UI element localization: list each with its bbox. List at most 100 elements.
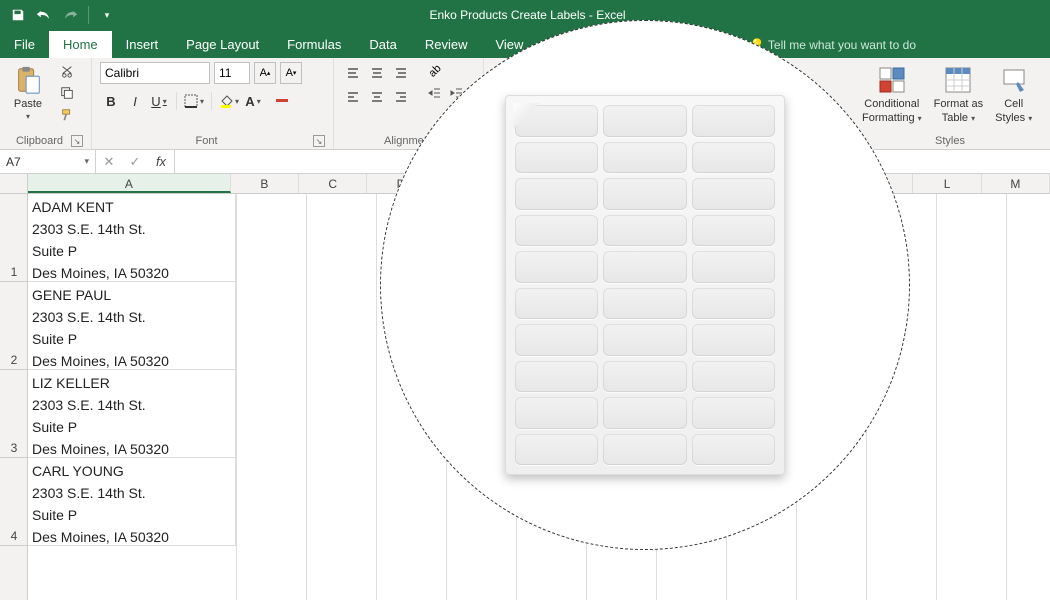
- cell[interactable]: ADAM KENT 2303 S.E. 14th St. Suite P Des…: [28, 194, 236, 282]
- qat-customize-button[interactable]: ▾: [95, 4, 119, 26]
- save-button[interactable]: [6, 4, 30, 26]
- paste-icon: [12, 64, 44, 96]
- decrease-font-size-button[interactable]: A▾: [280, 62, 302, 84]
- align-right-button[interactable]: [390, 86, 412, 108]
- row-header[interactable]: 3: [0, 370, 28, 458]
- table-label-2: Table: [942, 112, 968, 124]
- conditional-formatting-button[interactable]: Conditional Formatting ▾: [858, 62, 926, 126]
- bold-button[interactable]: B: [100, 90, 122, 112]
- column-header-C[interactable]: C: [299, 174, 367, 193]
- label-sticker: [692, 324, 775, 356]
- row-header[interactable]: 1: [0, 194, 28, 282]
- label-sticker: [515, 178, 598, 210]
- label-sticker: [692, 397, 775, 429]
- font-color-icon: A: [245, 94, 254, 109]
- cancel-edit-button[interactable]: ✕: [96, 154, 122, 170]
- label-sticker: [692, 215, 775, 247]
- align-left-button[interactable]: [342, 86, 364, 108]
- increase-font-size-button[interactable]: A▴: [254, 62, 276, 84]
- format-painter-button[interactable]: [58, 106, 76, 124]
- table-label-1: Format as: [934, 98, 984, 110]
- cut-button[interactable]: [58, 62, 76, 80]
- label-sheet-graphic: [505, 95, 785, 475]
- paste-button[interactable]: Paste ▾: [8, 62, 48, 123]
- insert-function-button[interactable]: fx: [148, 154, 174, 169]
- group-label-font: Font: [100, 135, 313, 147]
- label-sticker: [515, 142, 598, 174]
- tell-me-label: Tell me what you want to do: [768, 38, 916, 52]
- column-header-M[interactable]: M: [982, 174, 1050, 193]
- cell[interactable]: LIZ KELLER 2303 S.E. 14th St. Suite P De…: [28, 370, 236, 458]
- copy-button[interactable]: [58, 84, 76, 102]
- label-sticker: [603, 178, 686, 210]
- cond-label-2: Formatting: [862, 112, 915, 124]
- qat-separator: [88, 6, 89, 24]
- align-top-button[interactable]: [342, 62, 364, 84]
- label-sticker: [603, 215, 686, 247]
- select-all-corner[interactable]: [0, 174, 28, 194]
- orientation-button[interactable]: ab: [426, 62, 444, 80]
- cell[interactable]: CARL YOUNG 2303 S.E. 14th St. Suite P De…: [28, 458, 236, 546]
- label-sticker: [515, 361, 598, 393]
- label-sticker: [515, 288, 598, 320]
- tab-data[interactable]: Data: [355, 31, 410, 58]
- font-size-select[interactable]: [214, 62, 250, 84]
- label-sticker: [515, 251, 598, 283]
- label-sticker: [603, 142, 686, 174]
- tab-review[interactable]: Review: [411, 31, 482, 58]
- underline-button[interactable]: U▾: [148, 90, 170, 112]
- label-sticker: [603, 434, 686, 466]
- italic-button[interactable]: I: [124, 90, 146, 112]
- tab-file[interactable]: File: [0, 31, 49, 58]
- border-icon: [184, 94, 198, 108]
- confirm-edit-button[interactable]: ✓: [122, 154, 148, 170]
- tab-insert[interactable]: Insert: [112, 31, 173, 58]
- cell-styles-button[interactable]: Cell Styles ▾: [991, 62, 1036, 126]
- undo-button[interactable]: [32, 4, 56, 26]
- label-sheet-overlay: [380, 20, 910, 550]
- font-color-button[interactable]: A ▾: [242, 90, 264, 112]
- label-sticker: [603, 397, 686, 429]
- paste-label: Paste: [14, 98, 42, 110]
- column-header-L[interactable]: L: [913, 174, 981, 193]
- label-sticker: [603, 361, 686, 393]
- cell-styles-icon: [998, 64, 1030, 96]
- tab-home[interactable]: Home: [49, 31, 112, 58]
- column-header-A[interactable]: A: [28, 174, 231, 193]
- redo-button[interactable]: [58, 4, 82, 26]
- tab-page-layout[interactable]: Page Layout: [172, 31, 273, 58]
- chevron-down-icon: ▾: [84, 156, 89, 167]
- decrease-indent-button[interactable]: [426, 84, 444, 102]
- conditional-formatting-icon: [876, 64, 908, 96]
- group-font: A▴ A▾ B I U▾ ▾ ▾ A ▾: [92, 58, 334, 149]
- align-bottom-button[interactable]: [390, 62, 412, 84]
- fill-color-button[interactable]: ▾: [218, 90, 240, 112]
- row-header[interactable]: 2: [0, 282, 28, 370]
- label-sticker: [603, 324, 686, 356]
- cell[interactable]: GENE PAUL 2303 S.E. 14th St. Suite P Des…: [28, 282, 236, 370]
- tab-formulas[interactable]: Formulas: [273, 31, 355, 58]
- cell-label-1: Cell: [1004, 98, 1023, 110]
- label-sticker: [515, 324, 598, 356]
- font-launcher[interactable]: ↘: [313, 135, 325, 147]
- align-middle-button[interactable]: [366, 62, 388, 84]
- quick-access-toolbar: ▾: [0, 4, 125, 26]
- paint-bucket-icon: [219, 94, 233, 108]
- label-sticker: [692, 434, 775, 466]
- format-as-table-button[interactable]: Format as Table ▾: [930, 62, 988, 126]
- column-header-B[interactable]: B: [231, 174, 299, 193]
- clipboard-launcher[interactable]: ↘: [71, 135, 83, 147]
- label-sticker: [515, 434, 598, 466]
- name-box[interactable]: A7 ▾: [0, 150, 96, 173]
- label-sticker: [692, 142, 775, 174]
- cond-label-1: Conditional: [864, 98, 919, 110]
- align-center-button[interactable]: [366, 86, 388, 108]
- group-styles: Conditional Formatting ▾ Format as Table…: [850, 58, 1050, 149]
- label-sticker: [692, 105, 775, 137]
- row-header[interactable]: 4: [0, 458, 28, 546]
- font-family-select[interactable]: [100, 62, 210, 84]
- border-button[interactable]: ▾: [183, 90, 205, 112]
- label-sticker: [692, 361, 775, 393]
- label-sticker: [515, 397, 598, 429]
- label-sticker: [603, 251, 686, 283]
